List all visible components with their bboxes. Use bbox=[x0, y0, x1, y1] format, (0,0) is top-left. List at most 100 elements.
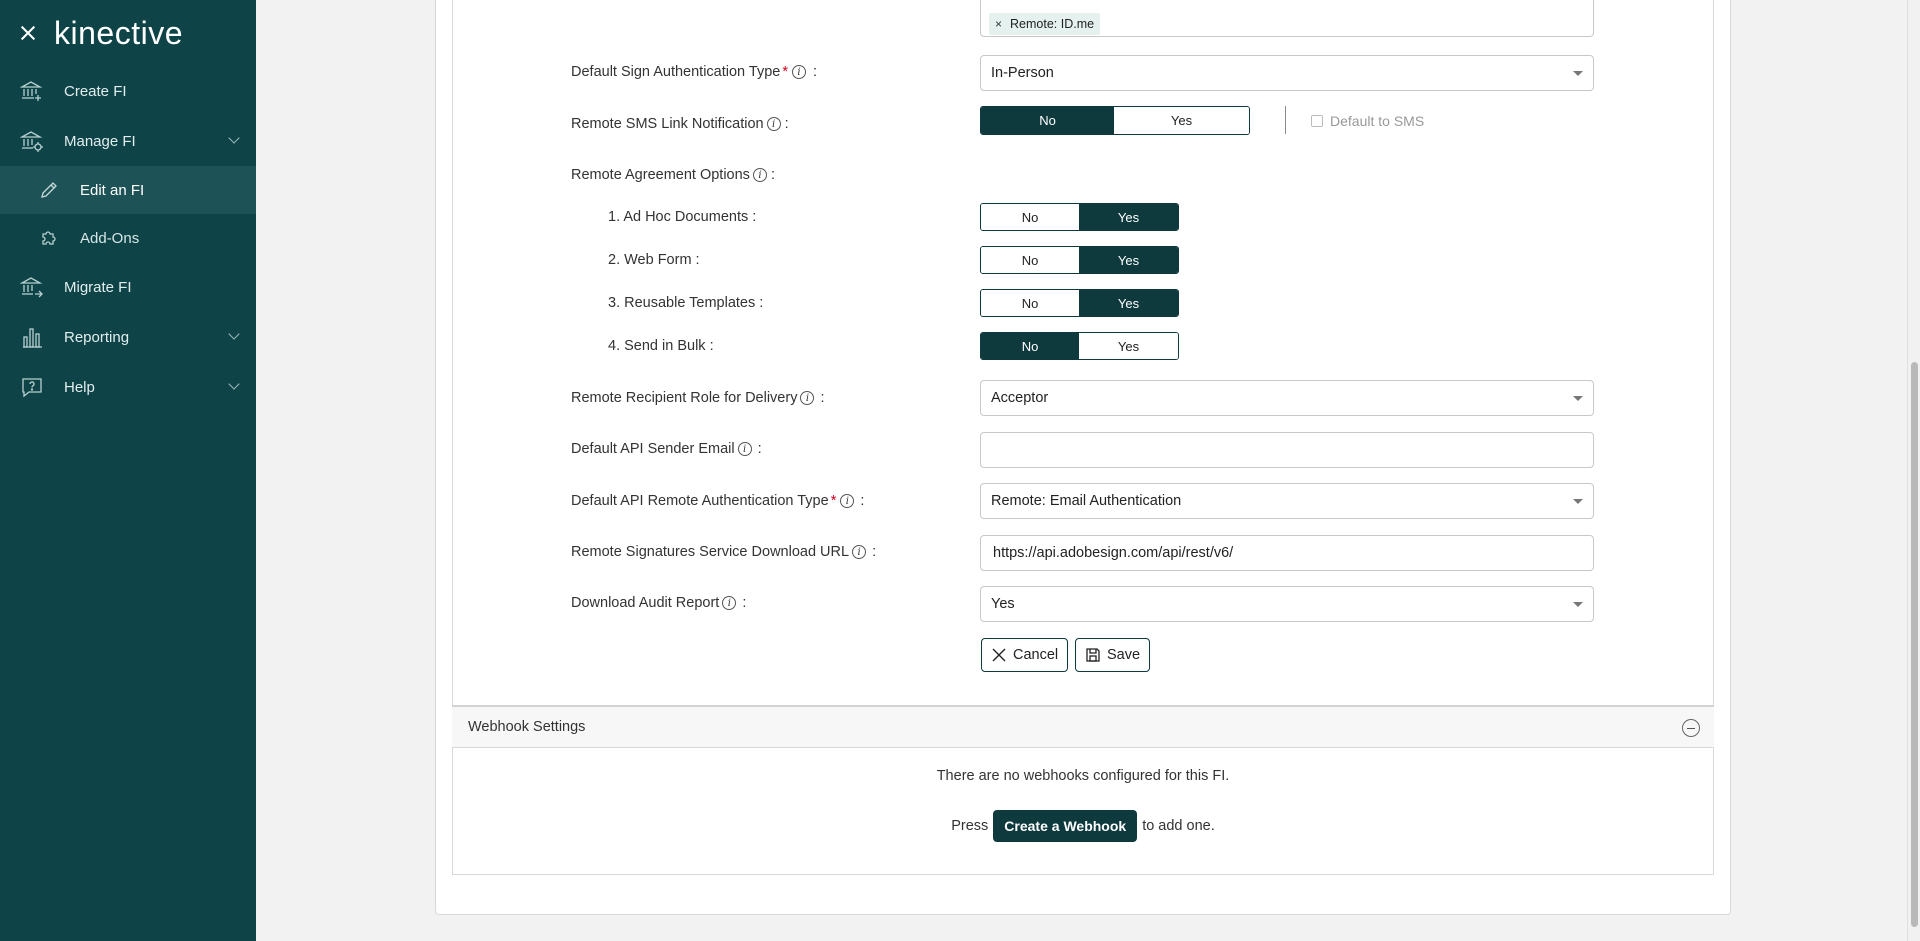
default-sign-auth-label: Default Sign Authentication Type * i : bbox=[571, 61, 817, 83]
sidebar-item-label: Edit an FI bbox=[80, 181, 145, 199]
sidebar-item-create-fi[interactable]: Create FI bbox=[0, 66, 256, 116]
divider bbox=[1285, 106, 1286, 134]
webhook-settings-body: There are no webhooks configured for thi… bbox=[452, 748, 1714, 875]
select-value: Yes bbox=[991, 596, 1015, 612]
toggle-no[interactable]: No bbox=[981, 204, 1079, 230]
label-text: Download Audit Report bbox=[571, 595, 720, 611]
label-text: Default API Remote Authentication Type bbox=[571, 493, 829, 509]
sidebar-item-edit-fi[interactable]: Edit an FI bbox=[0, 166, 256, 214]
info-icon[interactable]: i bbox=[766, 117, 781, 131]
create-webhook-button[interactable]: Create a Webhook bbox=[993, 810, 1138, 842]
info-icon[interactable]: i bbox=[800, 391, 815, 405]
checkbox-label: Default to SMS bbox=[1330, 113, 1425, 129]
save-icon bbox=[1086, 648, 1100, 662]
colon: : bbox=[860, 493, 865, 509]
audit-report-label: Download Audit Report i : bbox=[571, 592, 746, 614]
checkbox-box[interactable] bbox=[1311, 115, 1323, 127]
info-icon[interactable]: i bbox=[752, 168, 767, 182]
bank-plus-icon bbox=[20, 79, 44, 103]
empty-state-text: There are no webhooks configured for thi… bbox=[936, 768, 1230, 784]
info-icon[interactable]: i bbox=[852, 545, 867, 559]
sidebar-item-label: Help bbox=[64, 378, 95, 396]
remote-auth-types-multiselect[interactable]: × Remote: ID.me bbox=[980, 0, 1594, 37]
logo: kinective bbox=[54, 14, 183, 51]
collapse-icon[interactable] bbox=[1682, 719, 1700, 737]
select-value: Remote: Email Authentication bbox=[991, 493, 1182, 509]
close-icon[interactable] bbox=[20, 25, 36, 41]
api-remote-auth-select[interactable]: Remote: Email Authentication bbox=[980, 483, 1594, 519]
colon: : bbox=[820, 390, 825, 406]
download-url-input[interactable] bbox=[980, 535, 1594, 571]
toggle-yes[interactable]: Yes bbox=[1114, 107, 1249, 134]
toggle-no[interactable]: No bbox=[981, 333, 1079, 359]
toggle-no[interactable]: No bbox=[981, 290, 1079, 316]
remove-tag-icon[interactable]: × bbox=[995, 17, 1002, 31]
scrollbar-thumb[interactable] bbox=[1911, 362, 1918, 927]
label-text: Remote SMS Link Notification bbox=[571, 116, 764, 132]
colon: : bbox=[742, 595, 747, 611]
reusable-templates-toggle[interactable]: No Yes bbox=[980, 289, 1179, 317]
sidebar-item-manage-fi[interactable]: Manage FI bbox=[0, 116, 256, 166]
cancel-button[interactable]: Cancel bbox=[981, 638, 1069, 672]
colon: : bbox=[784, 116, 789, 132]
web-form-toggle[interactable]: No Yes bbox=[980, 246, 1179, 274]
toggle-no[interactable]: No bbox=[981, 107, 1114, 134]
caret-down-icon bbox=[1573, 396, 1583, 401]
toggle-yes[interactable]: Yes bbox=[1079, 247, 1178, 273]
close-icon bbox=[992, 648, 1006, 662]
send-in-bulk-toggle[interactable]: No Yes bbox=[980, 332, 1179, 360]
tag-remote-idme: × Remote: ID.me bbox=[989, 13, 1101, 35]
reusable-templates-label: 3. Reusable Templates : bbox=[608, 295, 764, 311]
save-button[interactable]: Save bbox=[1075, 638, 1151, 672]
toggle-yes[interactable]: Yes bbox=[1079, 333, 1178, 359]
webhook-settings-header[interactable]: Webhook Settings bbox=[452, 705, 1714, 748]
sidebar-item-reporting[interactable]: Reporting bbox=[0, 312, 256, 362]
caret-down-icon bbox=[1573, 499, 1583, 504]
recipient-role-select[interactable]: Acceptor bbox=[980, 380, 1594, 416]
toggle-yes[interactable]: Yes bbox=[1079, 204, 1178, 230]
remote-agreement-label: Remote Agreement Options i : bbox=[571, 164, 775, 186]
info-icon[interactable]: i bbox=[840, 494, 855, 508]
page-scrollbar[interactable] bbox=[1907, 0, 1920, 941]
colon: : bbox=[770, 167, 775, 183]
required-marker: * bbox=[830, 493, 837, 509]
ad-hoc-toggle[interactable]: No Yes bbox=[980, 203, 1179, 231]
label-text: Default Sign Authentication Type bbox=[571, 64, 781, 80]
sidebar-item-label: Manage FI bbox=[64, 132, 136, 150]
api-sender-email-input[interactable] bbox=[980, 432, 1594, 468]
ad-hoc-label: 1. Ad Hoc Documents : bbox=[608, 209, 757, 225]
label-text: Default API Sender Email bbox=[571, 441, 735, 457]
select-value: Acceptor bbox=[991, 390, 1049, 406]
download-url-label: Remote Signatures Service Download URL i… bbox=[571, 541, 876, 563]
default-sign-auth-select[interactable]: In-Person bbox=[980, 55, 1594, 91]
brand-bar: kinective bbox=[0, 0, 256, 66]
sidebar-item-add-ons[interactable]: Add-Ons bbox=[0, 214, 256, 262]
colon: : bbox=[757, 441, 762, 457]
sidebar-item-label: Reporting bbox=[64, 328, 130, 346]
sidebar-item-migrate-fi[interactable]: Migrate FI bbox=[0, 262, 256, 312]
chevron-down-icon bbox=[228, 328, 240, 340]
info-icon[interactable]: i bbox=[722, 596, 737, 610]
audit-report-select[interactable]: Yes bbox=[980, 586, 1594, 622]
sidebar-item-help[interactable]: Help bbox=[0, 362, 256, 412]
sidebar: kinective Create FI Manage FI Edit an FI… bbox=[0, 0, 256, 941]
info-icon[interactable]: i bbox=[791, 65, 806, 79]
select-value: In-Person bbox=[991, 65, 1054, 81]
recipient-role-label: Remote Recipient Role for Delivery i : bbox=[571, 387, 824, 409]
info-icon[interactable]: i bbox=[737, 442, 752, 456]
create-webhook-row: Press Create a Webhook to add one. bbox=[453, 810, 1713, 842]
toggle-yes[interactable]: Yes bbox=[1079, 290, 1178, 316]
toggle-no[interactable]: No bbox=[981, 247, 1079, 273]
label-text: Remote Agreement Options bbox=[571, 167, 750, 183]
pencil-icon bbox=[38, 179, 60, 201]
default-to-sms-checkbox[interactable]: Default to SMS bbox=[1311, 113, 1424, 129]
cancel-label: Cancel bbox=[1013, 647, 1059, 663]
tag-label: Remote: ID.me bbox=[1010, 17, 1095, 31]
suffix-text: to add one. bbox=[1142, 818, 1215, 834]
bar-chart-icon bbox=[20, 325, 44, 349]
api-sender-email-label: Default API Sender Email i : bbox=[571, 438, 762, 460]
remote-sms-toggle[interactable]: No Yes bbox=[980, 106, 1250, 135]
help-icon bbox=[20, 375, 44, 399]
section-title: Webhook Settings bbox=[468, 719, 586, 735]
sidebar-item-label: Migrate FI bbox=[64, 278, 132, 296]
